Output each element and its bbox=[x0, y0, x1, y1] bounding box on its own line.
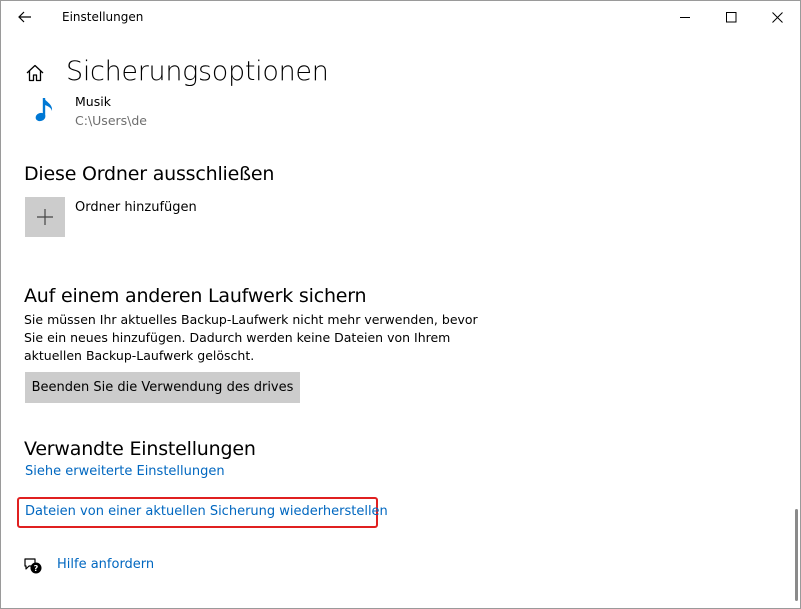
other-drive-description: Sie müssen Ihr aktuelles Backup-Laufwerk… bbox=[24, 312, 478, 363]
back-arrow-icon bbox=[18, 11, 31, 23]
add-folder-button[interactable] bbox=[25, 197, 65, 237]
maximize-button[interactable] bbox=[708, 1, 754, 33]
music-note-icon bbox=[35, 98, 53, 122]
close-icon bbox=[771, 11, 783, 23]
svg-text:?: ? bbox=[34, 564, 39, 573]
advanced-settings-link[interactable]: Siehe erweiterte Einstellungen bbox=[25, 464, 225, 479]
settings-window: Einstellungen Sicherungsoptionen Musik C… bbox=[0, 0, 801, 609]
close-button[interactable] bbox=[754, 1, 800, 33]
restore-files-link[interactable]: Dateien von einer aktuellen Sicherung wi… bbox=[25, 504, 388, 519]
folder-path: C:\Users\de bbox=[75, 113, 147, 128]
related-settings-title: Verwandte Einstellungen bbox=[24, 438, 256, 460]
back-button[interactable] bbox=[7, 1, 43, 33]
page-title: Sicherungsoptionen bbox=[66, 56, 329, 87]
maximize-icon bbox=[725, 11, 736, 22]
other-drive-section-title: Auf einem anderen Laufwerk sichern bbox=[24, 285, 367, 307]
exclude-section-title: Diese Ordner ausschließen bbox=[24, 163, 275, 185]
plus-icon bbox=[37, 209, 53, 225]
get-help-link[interactable]: Hilfe anfordern bbox=[57, 557, 154, 572]
add-folder-label[interactable]: Ordner hinzufügen bbox=[75, 200, 197, 215]
scrollbar-thumb[interactable] bbox=[795, 509, 798, 601]
stop-using-drive-button[interactable]: Beenden Sie die Verwendung des drives bbox=[25, 372, 300, 403]
folder-name: Musik bbox=[75, 94, 111, 109]
help-chat-icon[interactable]: ? bbox=[23, 557, 43, 575]
minimize-icon bbox=[679, 16, 690, 18]
home-icon[interactable] bbox=[25, 63, 45, 83]
title-bar: Einstellungen bbox=[1, 1, 800, 33]
window-title: Einstellungen bbox=[62, 10, 144, 24]
minimize-button[interactable] bbox=[662, 1, 708, 33]
